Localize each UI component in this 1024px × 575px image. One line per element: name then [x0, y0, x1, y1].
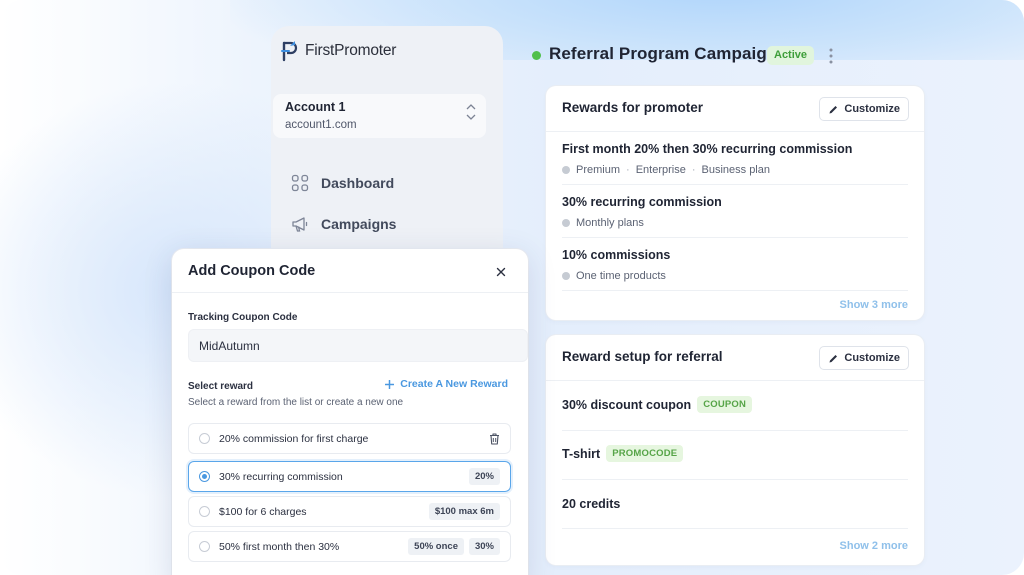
show-more-link[interactable]: Show 3 more: [840, 299, 908, 311]
option-label: 50% first month then 30%: [219, 540, 340, 553]
app-stage: FirstPromoter Account 1 account1.com Das…: [0, 0, 1024, 575]
setup-item[interactable]: 20 credits: [562, 497, 620, 511]
chevron-up-down-icon: [466, 104, 476, 120]
reward-tags: Monthly plans: [562, 217, 908, 229]
promocode-badge: PROMOCODE: [606, 445, 684, 462]
reward-title: First month 20% then 30% recurring commi…: [562, 142, 853, 156]
logo-text: FirstPromoter: [305, 42, 397, 59]
coupon-badge: COUPON: [697, 396, 753, 413]
logo: FirstPromoter: [281, 40, 396, 62]
customize-button[interactable]: Customize: [819, 97, 909, 121]
reward-title: 30% recurring commission: [562, 195, 722, 209]
tag: Monthly plans: [576, 217, 644, 229]
close-icon[interactable]: [496, 267, 506, 277]
reward-title: 10% commissions: [562, 248, 671, 262]
reward-option-selected[interactable]: 30% recurring commission 20%: [188, 461, 511, 492]
page-title: Referral Program Campaign: [549, 44, 778, 63]
reward-item[interactable]: 30% recurring commission Monthly plans: [562, 195, 908, 229]
radio-button-selected[interactable]: [199, 471, 210, 482]
value-chip: $100 max 6m: [428, 503, 500, 520]
customize-label: Customize: [844, 352, 900, 364]
option-label: 20% commission for first charge: [219, 432, 369, 445]
tracking-coupon-label: Tracking Coupon Code: [188, 312, 298, 323]
reward-item[interactable]: 10% commissions One time products: [562, 248, 908, 282]
divider: [562, 237, 908, 238]
value-chip: 50% once: [408, 538, 464, 555]
setup-label: 20 credits: [562, 497, 621, 511]
account-name: Account 1: [285, 100, 346, 114]
trash-icon[interactable]: [489, 432, 500, 445]
setup-label: T-shirt: [562, 446, 601, 461]
nav-label-campaigns: Campaigns: [321, 216, 397, 232]
value-chip: 20%: [468, 468, 500, 485]
setup-item[interactable]: T-shirt PROMOCODE: [562, 445, 684, 462]
radio-button[interactable]: [199, 541, 210, 552]
tag: Premium: [576, 164, 621, 176]
firstpromoter-logo-icon: [281, 41, 298, 62]
status-dot: [532, 51, 541, 60]
create-new-reward-link[interactable]: Create A New Reward: [385, 378, 508, 390]
divider: [546, 380, 924, 381]
rewards-for-promoter-card: Rewards for promoter Customize First mon…: [546, 86, 924, 320]
show-more-link[interactable]: Show 2 more: [840, 540, 908, 552]
customize-button[interactable]: Customize: [819, 346, 909, 370]
tag-dot: [562, 219, 570, 227]
setup-item[interactable]: 30% discount coupon COUPON: [562, 396, 753, 413]
nav-item-campaigns[interactable]: Campaigns: [291, 215, 396, 233]
divider: [546, 131, 924, 132]
reward-tags: One time products: [562, 270, 908, 282]
megaphone-icon: [292, 217, 308, 232]
tag: Enterprise: [635, 164, 686, 176]
tag-dot: [562, 272, 570, 280]
separator: ·: [626, 164, 630, 176]
pencil-icon: [829, 354, 838, 362]
status-badge: Active: [767, 46, 815, 65]
helper-text: Select a reward from the list or create …: [188, 397, 404, 408]
setup-label: 30% discount coupon: [562, 397, 692, 412]
tag: One time products: [576, 270, 666, 282]
option-label: 30% recurring commission: [219, 470, 343, 483]
option-label: $100 for 6 charges: [219, 505, 307, 518]
divider: [562, 184, 908, 185]
radio-button[interactable]: [199, 506, 210, 517]
create-link-label: Create A New Reward: [400, 378, 508, 390]
account-switcher[interactable]: Account 1 account1.com: [273, 94, 486, 138]
divider: [562, 290, 908, 291]
reward-tags: Premium · Enterprise · Business plan: [562, 164, 908, 176]
reward-setup-card: Reward setup for referral Customize 30% …: [546, 335, 924, 565]
more-options-icon[interactable]: [826, 47, 836, 65]
divider: [562, 528, 908, 529]
divider: [172, 292, 528, 293]
divider: [562, 479, 908, 480]
reward-option[interactable]: $100 for 6 charges $100 max 6m: [188, 496, 511, 527]
grid-icon: [291, 174, 309, 192]
coupon-code-input[interactable]: [188, 329, 528, 362]
card-title: Reward setup for referral: [562, 349, 723, 364]
nav-label-dashboard: Dashboard: [321, 175, 395, 191]
tag: Business plan: [701, 164, 771, 176]
card-title: Rewards for promoter: [562, 100, 704, 115]
radio-button[interactable]: [199, 433, 210, 444]
divider: [562, 430, 908, 431]
pencil-icon: [829, 105, 838, 113]
reward-option[interactable]: 50% first month then 30% 50% once 30%: [188, 531, 511, 562]
separator: ·: [691, 164, 696, 176]
reward-option[interactable]: 20% commission for first charge: [188, 423, 511, 454]
add-coupon-modal: Add Coupon Code Tracking Coupon Code Sel…: [172, 249, 528, 575]
plus-icon: [385, 379, 395, 389]
tag-dot: [562, 166, 570, 174]
modal-title: Add Coupon Code: [188, 263, 316, 279]
select-reward-label: Select reward: [188, 381, 254, 392]
value-chip: 30%: [468, 538, 500, 555]
account-domain: account1.com: [285, 119, 357, 131]
customize-label: Customize: [844, 103, 900, 115]
nav-item-dashboard[interactable]: Dashboard: [291, 174, 394, 192]
reward-item[interactable]: First month 20% then 30% recurring commi…: [562, 142, 908, 176]
